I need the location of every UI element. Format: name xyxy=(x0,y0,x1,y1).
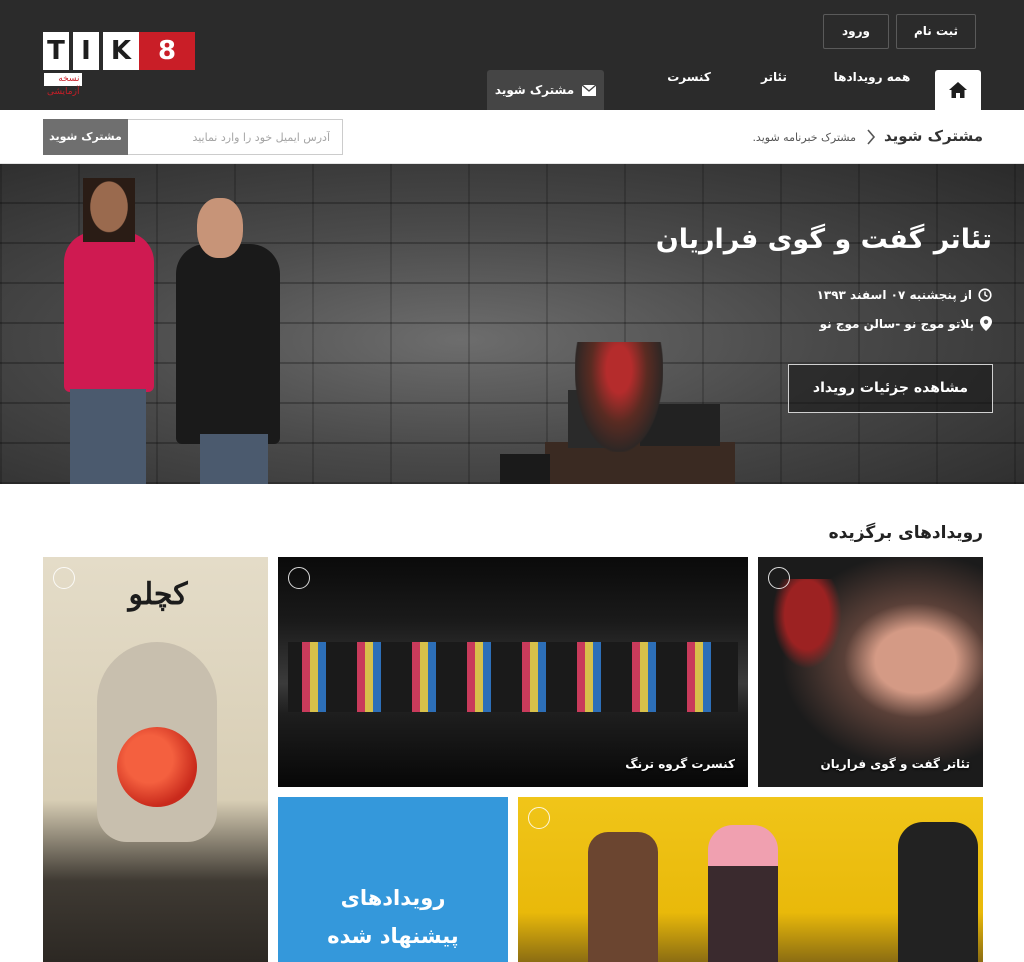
actor-pink-head xyxy=(83,178,135,242)
actress-silhouette xyxy=(575,342,663,452)
hero-title: تئاتر گفت و گوی فراریان xyxy=(655,224,992,255)
view-event-details-button[interactable]: مشاهده جزئیات رویداد xyxy=(788,364,993,413)
chevron-right-icon xyxy=(867,129,876,145)
map-pin-icon xyxy=(980,316,992,331)
logo-letter-t: T xyxy=(43,32,69,70)
actor-pink-shirt xyxy=(64,232,154,392)
theater-masks-icon xyxy=(768,567,790,589)
logo-tagline: نسخه آزمایشی xyxy=(44,73,83,97)
actor-black-head xyxy=(197,198,243,258)
envelope-icon xyxy=(582,84,597,96)
event-tile-theater-stage[interactable] xyxy=(518,797,983,962)
event-tile-poster[interactable]: کچلو xyxy=(43,557,268,962)
stage-speaker xyxy=(500,454,550,484)
logo-letter-k: K xyxy=(103,32,139,70)
tile-caption: تئاتر گفت و گوی فراریان xyxy=(820,757,970,771)
actor-black-shirt xyxy=(176,244,280,444)
logo-letter-i: I xyxy=(73,32,99,70)
stage-actress-center xyxy=(708,825,778,962)
nav-all-events[interactable]: همه رویدادها xyxy=(824,70,920,110)
logo-letter-8: 8 xyxy=(139,32,195,70)
event-tile-concert[interactable]: کنسرت گروه ترنگ xyxy=(278,557,748,787)
featured-heading: رویدادهای برگزیده xyxy=(828,523,983,543)
poster-title: کچلو xyxy=(128,577,188,612)
register-button[interactable]: ثبت نام xyxy=(896,14,976,49)
tile-caption: کنسرت گروه ترنگ xyxy=(625,757,735,771)
nav-concert[interactable]: کنسرت xyxy=(656,70,722,110)
hero-venue: پلاتو موج نو -سالن موج نو xyxy=(820,316,992,331)
tile-bg-actress xyxy=(772,579,842,669)
suggested-events-tile[interactable]: رویدادهای پیشنهاد شده xyxy=(278,797,508,962)
suggested-events-label: رویدادهای پیشنهاد شده xyxy=(327,886,459,948)
login-button[interactable]: ورود xyxy=(823,14,889,49)
theater-masks-icon xyxy=(53,567,75,589)
home-icon xyxy=(949,82,967,98)
actor-black-jeans xyxy=(200,434,268,484)
theater-masks-icon xyxy=(528,807,550,829)
email-field[interactable] xyxy=(127,119,343,155)
newsletter-subscribe-button[interactable]: مشترک شوید xyxy=(43,119,128,155)
poster-apple xyxy=(117,727,197,807)
nav-subscribe-label: مشترک شوید xyxy=(494,83,575,97)
guitar-icon xyxy=(288,567,310,589)
hero-venue-text: پلاتو موج نو -سالن موج نو xyxy=(819,316,974,331)
newsletter-title: مشترک شوید xyxy=(883,127,983,145)
clock-icon xyxy=(978,288,992,302)
newsletter-subtitle: مشترک خبرنامه شوید. xyxy=(752,131,856,144)
stage-actor-left xyxy=(588,832,658,962)
nav-theater[interactable]: تئاتر xyxy=(746,70,802,110)
event-tile-theater-portrait[interactable]: تئاتر گفت و گوی فراریان xyxy=(758,557,983,787)
nav-subscribe[interactable]: مشترک شوید xyxy=(487,70,604,110)
stage-actor-right xyxy=(898,822,978,962)
hero-date: از پنجشنبه ۰۷ اسفند ۱۳۹۳ xyxy=(817,288,992,302)
hero-date-text: از پنجشنبه ۰۷ اسفند ۱۳۹۳ xyxy=(816,288,972,302)
concert-musicians xyxy=(288,642,738,712)
actor-pink-jeans xyxy=(70,389,146,484)
nav-home[interactable] xyxy=(935,70,981,110)
